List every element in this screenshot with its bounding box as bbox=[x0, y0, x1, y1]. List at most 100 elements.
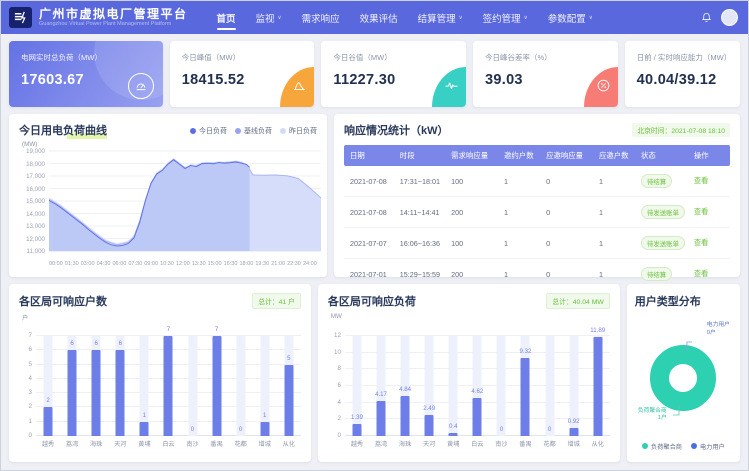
bar-y-tick: 4 bbox=[29, 375, 32, 382]
table-cell: 1 bbox=[593, 228, 635, 259]
legend-item[interactable]: 基线负荷 bbox=[235, 126, 272, 136]
bar bbox=[212, 336, 221, 436]
nav-item-4[interactable]: 结算管理∨ bbox=[408, 1, 473, 34]
table-row: 2021-07-0716:06~16:36100101待发送账单查看 bbox=[344, 228, 730, 259]
bar-x-label: 白云 bbox=[156, 439, 180, 448]
bar-value-label: 2.49 bbox=[423, 405, 435, 412]
table-cell: 1 bbox=[593, 166, 635, 197]
table-cell: 2021-07-07 bbox=[344, 228, 394, 259]
table-header-cell: 应邀响应量 bbox=[540, 145, 593, 166]
bar-y-tick: 2 bbox=[29, 403, 32, 410]
bar bbox=[377, 401, 386, 436]
bar-track bbox=[545, 336, 554, 436]
view-link[interactable]: 查看 bbox=[694, 176, 708, 185]
table-cell: 0 bbox=[540, 228, 593, 259]
response-stats-panel: 响应情况统计（kW） 北京时间：2021-07-08 18:10 日期时段需求响… bbox=[334, 114, 740, 277]
bar-column: 2.49 bbox=[417, 324, 441, 436]
legend-dot bbox=[190, 128, 196, 134]
bar-x-label: 番禺 bbox=[513, 439, 537, 448]
nav-item-2[interactable]: 需求响应 bbox=[292, 1, 350, 34]
bar-column: 1.39 bbox=[345, 324, 369, 436]
bar-column: 2 bbox=[36, 324, 60, 436]
nav-item-6[interactable]: 参数配置∨ bbox=[538, 1, 603, 34]
x-tick-label: 19:30 bbox=[255, 261, 269, 267]
bar-column: 6 bbox=[60, 324, 84, 436]
kpi-cards-row: 电网实时总负荷（MW）17603.67今日峰值（MW）18415.52今日谷值（… bbox=[9, 41, 740, 107]
bar-value-label: 0 bbox=[548, 426, 551, 433]
bar-column: 0 bbox=[489, 324, 513, 436]
nav-item-0[interactable]: 首页 bbox=[207, 1, 246, 34]
y-tick-label: 11,000 bbox=[27, 248, 45, 255]
nav-item-label: 首页 bbox=[217, 11, 236, 25]
page-content: 电网实时总负荷（MW）17603.67今日峰值（MW）18415.52今日谷值（… bbox=[1, 34, 748, 470]
status-badge: 待结算 bbox=[641, 267, 672, 281]
bar-plot-area: 1.394.174.842.490.44.6209.3200.9211.89越秀… bbox=[345, 324, 610, 448]
bar-chart: 户7654321026661707015越秀荔湾海珠天河黄埔白云南沙番禺花都增城… bbox=[19, 324, 301, 448]
chevron-down-icon: ∨ bbox=[459, 15, 463, 21]
nav-item-5[interactable]: 签约管理∨ bbox=[473, 1, 538, 34]
donut-legend-item[interactable]: 负荷聚合商 bbox=[642, 442, 682, 451]
bar-x-label: 越秀 bbox=[36, 439, 60, 448]
table-cell: 0 bbox=[540, 166, 593, 197]
percent-icon bbox=[596, 78, 611, 98]
nav-item-3[interactable]: 效果评估 bbox=[350, 1, 408, 34]
bar-value-label: 0.4 bbox=[449, 423, 457, 430]
table-cell: 200 bbox=[445, 197, 498, 228]
bar bbox=[260, 422, 269, 436]
district-load-title: 各区局可响应负荷 bbox=[328, 293, 416, 309]
bar-x-label: 天河 bbox=[417, 439, 441, 448]
table-cell: 100 bbox=[445, 166, 498, 197]
status-badge: 待结算 bbox=[641, 174, 672, 188]
view-link[interactable]: 查看 bbox=[694, 238, 708, 247]
notification-bell-icon[interactable] bbox=[701, 12, 712, 23]
x-tick-label: 18:00 bbox=[240, 261, 254, 267]
bar-y-tick: 0 bbox=[29, 432, 32, 439]
table-header-cell: 日期 bbox=[344, 145, 394, 166]
bar-y-unit: 户 bbox=[22, 313, 28, 322]
stat-card-4: 日前 / 实时响应能力（MW）40.04/39.12 bbox=[625, 41, 740, 107]
bar bbox=[284, 365, 293, 436]
view-link[interactable]: 查看 bbox=[694, 269, 708, 278]
bar-columns: 26661707015 bbox=[36, 324, 301, 436]
bar bbox=[140, 422, 149, 436]
bar bbox=[92, 350, 101, 436]
bottom-row: 各区局可响应户数 总计：41 户 户7654321026661707015越秀荔… bbox=[9, 284, 740, 462]
bar-x-label: 南沙 bbox=[489, 439, 513, 448]
table-cell-status: 待结算 bbox=[635, 166, 688, 197]
bar-x-label: 从化 bbox=[586, 439, 610, 448]
nav-item-label: 需求响应 bbox=[302, 11, 340, 25]
stat-card-1: 今日峰值（MW）18415.52 bbox=[170, 41, 315, 107]
beijing-time-badge: 北京时间：2021-07-08 18:10 bbox=[632, 123, 730, 137]
donut-legend-item[interactable]: 电力用户 bbox=[691, 442, 725, 451]
x-tick-label: 13:30 bbox=[192, 261, 206, 267]
legend-item[interactable]: 今日负荷 bbox=[190, 126, 227, 136]
legend-item[interactable]: 昨日负荷 bbox=[280, 126, 317, 136]
bar-x-axis: 越秀荔湾海珠天河黄埔白云南沙番禺花都增城从化 bbox=[36, 439, 301, 448]
bar-column: 1 bbox=[132, 324, 156, 436]
view-link[interactable]: 查看 bbox=[694, 207, 708, 216]
x-tick-label: 21:00 bbox=[271, 261, 285, 267]
user-type-legend: 负荷聚合商电力用户 bbox=[635, 439, 732, 453]
bar-column: 4.17 bbox=[369, 324, 393, 436]
bar bbox=[68, 350, 77, 436]
table-header-cell: 应邀户数 bbox=[593, 145, 635, 166]
table-row: 2021-07-0814:11~14:41200101待发送账单查看 bbox=[344, 197, 730, 228]
bar-x-label: 天河 bbox=[108, 439, 132, 448]
bar-x-label: 海珠 bbox=[84, 439, 108, 448]
table-header-cell: 邀约户数 bbox=[498, 145, 540, 166]
x-tick-label: 12:00 bbox=[176, 261, 190, 267]
bar-column: 9.32 bbox=[513, 324, 537, 436]
avatar[interactable] bbox=[721, 9, 738, 26]
bar-value-label: 1 bbox=[263, 412, 266, 419]
bar-column: 0 bbox=[180, 324, 204, 436]
bar-column: 6 bbox=[84, 324, 108, 436]
y-tick-label: 12,000 bbox=[26, 236, 45, 243]
nav-item-1[interactable]: 监视∨ bbox=[246, 1, 292, 34]
callout-power-users: 电力用户0户 bbox=[707, 322, 730, 337]
bar bbox=[449, 433, 458, 436]
x-tick-label: 16:30 bbox=[224, 261, 238, 267]
bar-x-label: 荔湾 bbox=[60, 439, 84, 448]
bar-value-label: 4.84 bbox=[399, 386, 411, 393]
district-load-chart: MW1210864201.394.174.842.490.44.6209.320… bbox=[328, 324, 610, 448]
bar-y-tick: 5 bbox=[29, 361, 32, 368]
